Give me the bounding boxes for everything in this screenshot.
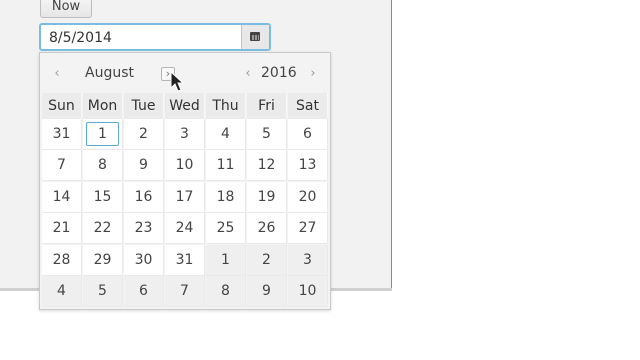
prev-month-button[interactable]: ‹ xyxy=(50,67,64,81)
calendar-popup: ‹ August › ‹ 2016 › Sun Mon Tue Wed Thu Fri Sa… xyxy=(39,52,331,310)
calendar-day[interactable]: 20 xyxy=(288,181,328,213)
calendar-day[interactable]: 10 xyxy=(165,150,205,182)
calendar-day[interactable]: 8 xyxy=(83,150,123,182)
weekday-header: Sun xyxy=(42,93,82,119)
weekday-header: Fri xyxy=(247,93,287,119)
calendar-day[interactable]: 25 xyxy=(206,213,246,245)
calendar-day[interactable]: 1 xyxy=(206,244,246,276)
calendar-day[interactable]: 8 xyxy=(206,276,246,307)
calendar-toggle-button[interactable] xyxy=(241,25,269,49)
calendar-day[interactable]: 7 xyxy=(42,150,82,182)
calendar-day[interactable]: 10 xyxy=(288,276,328,307)
prev-year-button[interactable]: ‹ xyxy=(241,67,255,81)
mouse-cursor-icon xyxy=(170,71,185,92)
calendar-day[interactable]: 9 xyxy=(247,276,287,307)
calendar-day[interactable]: 2 xyxy=(247,244,287,276)
calendar-day[interactable]: 28 xyxy=(42,244,82,276)
calendar-day[interactable]: 16 xyxy=(124,181,164,213)
calendar-day[interactable]: 11 xyxy=(206,150,246,182)
calendar-day[interactable]: 23 xyxy=(124,213,164,245)
calendar-day[interactable]: 3 xyxy=(288,244,328,276)
weekday-header: Wed xyxy=(165,93,205,119)
now-button[interactable]: Now xyxy=(40,0,92,18)
next-year-button[interactable]: › xyxy=(306,67,320,81)
calendar-day[interactable]: 7 xyxy=(165,276,205,307)
calendar-day[interactable]: 6 xyxy=(288,119,328,150)
calendar-day[interactable]: 1 xyxy=(83,119,123,150)
calendar-day[interactable]: 31 xyxy=(42,119,82,150)
calendar-day[interactable]: 4 xyxy=(42,276,82,307)
year-label: 2016 xyxy=(261,65,297,81)
calendar-icon xyxy=(250,32,260,41)
calendar-day[interactable]: 26 xyxy=(247,213,287,245)
weekday-header: Thu xyxy=(206,93,246,119)
calendar-nav: ‹ August › ‹ 2016 › xyxy=(40,53,330,93)
month-label: August xyxy=(85,65,134,81)
calendar-day[interactable]: 5 xyxy=(247,119,287,150)
calendar-day[interactable]: 4 xyxy=(206,119,246,150)
calendar-day[interactable]: 31 xyxy=(165,244,205,276)
calendar-day[interactable]: 27 xyxy=(288,213,328,245)
calendar-day[interactable]: 9 xyxy=(124,150,164,182)
calendar-day[interactable]: 30 xyxy=(124,244,164,276)
weekday-header: Tue xyxy=(124,93,164,119)
calendar-day[interactable]: 5 xyxy=(83,276,123,307)
calendar-day[interactable]: 2 xyxy=(124,119,164,150)
calendar-day[interactable]: 29 xyxy=(83,244,123,276)
calendar-day[interactable]: 3 xyxy=(165,119,205,150)
calendar-day[interactable]: 17 xyxy=(165,181,205,213)
calendar-day[interactable]: 13 xyxy=(288,150,328,182)
calendar-day[interactable]: 18 xyxy=(206,181,246,213)
calendar-day[interactable]: 12 xyxy=(247,150,287,182)
calendar-day[interactable]: 15 xyxy=(83,181,123,213)
calendar-day[interactable]: 19 xyxy=(247,181,287,213)
weekday-header: Mon xyxy=(83,93,123,119)
calendar-day[interactable]: 21 xyxy=(42,213,82,245)
date-field-value[interactable]: 8/5/2014 xyxy=(49,25,112,49)
date-picker-input[interactable]: 8/5/2014 xyxy=(39,23,271,51)
calendar-day[interactable]: 24 xyxy=(165,213,205,245)
weekday-header: Sat xyxy=(288,93,328,119)
calendar-day[interactable]: 6 xyxy=(124,276,164,307)
calendar-day[interactable]: 22 xyxy=(83,213,123,245)
calendar-day[interactable]: 14 xyxy=(42,181,82,213)
